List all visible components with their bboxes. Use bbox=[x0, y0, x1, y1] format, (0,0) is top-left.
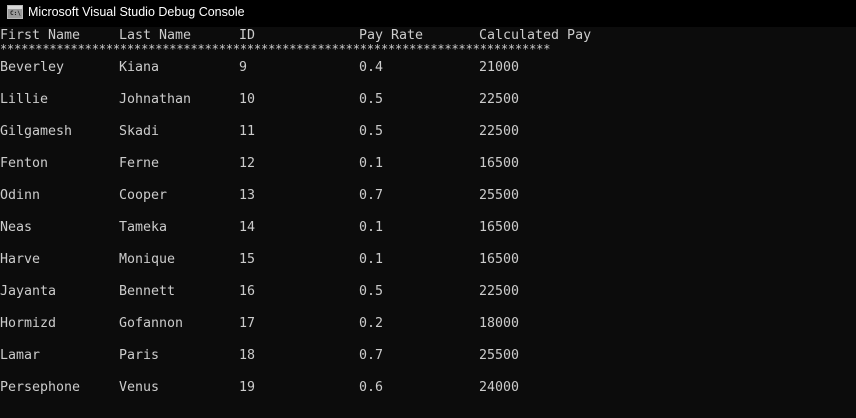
cell-pay-rate: 0.5 bbox=[359, 124, 384, 139]
cell-first-name: Gilgamesh bbox=[0, 124, 73, 139]
cell-calculated-pay: 22500 bbox=[479, 124, 520, 139]
table-row: Beverley Kiana 9 0.4 21000 bbox=[0, 60, 856, 76]
table-row: Lillie Johnathan 10 0.5 22500 bbox=[0, 92, 856, 108]
cell-pay-rate: 0.6 bbox=[359, 380, 384, 395]
console-app-icon-glyph: C:\ bbox=[10, 10, 21, 17]
cell-last-name: Kiana bbox=[119, 60, 160, 75]
cell-calculated-pay: 16500 bbox=[479, 220, 520, 235]
cell-id: 16 bbox=[239, 284, 256, 299]
header-separator: ****************************************… bbox=[0, 44, 551, 55]
cell-last-name: Ferne bbox=[119, 156, 160, 171]
cell-calculated-pay: 21000 bbox=[479, 60, 520, 75]
cell-id: 9 bbox=[239, 60, 248, 75]
cell-calculated-pay: 24000 bbox=[479, 380, 520, 395]
cell-calculated-pay: 16500 bbox=[479, 156, 520, 171]
cell-id: 14 bbox=[239, 220, 256, 235]
table-row: Persephone Venus 19 0.6 24000 bbox=[0, 380, 856, 396]
cell-pay-rate: 0.1 bbox=[359, 220, 384, 235]
cell-pay-rate: 0.2 bbox=[359, 316, 384, 331]
cell-calculated-pay: 25500 bbox=[479, 348, 520, 363]
cell-first-name: Hormizd bbox=[0, 316, 57, 331]
cell-last-name: Monique bbox=[119, 252, 176, 267]
cell-id: 10 bbox=[239, 92, 256, 107]
cell-id: 19 bbox=[239, 380, 256, 395]
cell-first-name: Persephone bbox=[0, 380, 81, 395]
cell-id: 11 bbox=[239, 124, 256, 139]
console-output[interactable]: First Name Last Name ID Pay Rate Calcula… bbox=[0, 28, 856, 418]
cell-last-name: Johnathan bbox=[119, 92, 192, 107]
header-first-name: First Name bbox=[0, 28, 81, 43]
cell-calculated-pay: 22500 bbox=[479, 92, 520, 107]
cell-first-name: Neas bbox=[0, 220, 33, 235]
cell-last-name: Paris bbox=[119, 348, 160, 363]
cell-last-name: Skadi bbox=[119, 124, 160, 139]
console-app-icon[interactable]: C:\ bbox=[7, 5, 23, 19]
table-row: Jayanta Bennett 16 0.5 22500 bbox=[0, 284, 856, 300]
table-row: Harve Monique 15 0.1 16500 bbox=[0, 252, 856, 268]
header-last-name: Last Name bbox=[119, 28, 192, 43]
cell-calculated-pay: 25500 bbox=[479, 188, 520, 203]
cell-id: 18 bbox=[239, 348, 256, 363]
cell-id: 17 bbox=[239, 316, 256, 331]
table-row: Odinn Cooper 13 0.7 25500 bbox=[0, 188, 856, 204]
cell-first-name: Lamar bbox=[0, 348, 41, 363]
cell-pay-rate: 0.5 bbox=[359, 284, 384, 299]
header-row: First Name Last Name ID Pay Rate Calcula… bbox=[0, 28, 856, 44]
window-title: Microsoft Visual Studio Debug Console bbox=[28, 5, 245, 19]
cell-last-name: Bennett bbox=[119, 284, 176, 299]
title-bar[interactable]: C:\ Microsoft Visual Studio Debug Consol… bbox=[0, 0, 856, 27]
cell-pay-rate: 0.4 bbox=[359, 60, 384, 75]
table-row: Lamar Paris 18 0.7 25500 bbox=[0, 348, 856, 364]
cell-last-name: Venus bbox=[119, 380, 160, 395]
header-id: ID bbox=[239, 28, 256, 43]
cell-pay-rate: 0.7 bbox=[359, 348, 384, 363]
cell-first-name: Jayanta bbox=[0, 284, 57, 299]
cell-last-name: Cooper bbox=[119, 188, 168, 203]
cell-calculated-pay: 16500 bbox=[479, 252, 520, 267]
cell-first-name: Beverley bbox=[0, 60, 65, 75]
cell-id: 12 bbox=[239, 156, 256, 171]
cell-first-name: Lillie bbox=[0, 92, 49, 107]
table-row: Gilgamesh Skadi 11 0.5 22500 bbox=[0, 124, 856, 140]
cell-last-name: Tameka bbox=[119, 220, 168, 235]
table-row: Fenton Ferne 12 0.1 16500 bbox=[0, 156, 856, 172]
cell-first-name: Odinn bbox=[0, 188, 41, 203]
header-pay-rate: Pay Rate bbox=[359, 28, 424, 43]
cell-id: 13 bbox=[239, 188, 256, 203]
cell-pay-rate: 0.1 bbox=[359, 252, 384, 267]
cell-pay-rate: 0.1 bbox=[359, 156, 384, 171]
header-calculated-pay: Calculated Pay bbox=[479, 28, 592, 43]
cell-id: 15 bbox=[239, 252, 256, 267]
cell-first-name: Fenton bbox=[0, 156, 49, 171]
cell-calculated-pay: 18000 bbox=[479, 316, 520, 331]
cell-first-name: Harve bbox=[0, 252, 41, 267]
cell-calculated-pay: 22500 bbox=[479, 284, 520, 299]
cell-last-name: Gofannon bbox=[119, 316, 184, 331]
table-row: Neas Tameka 14 0.1 16500 bbox=[0, 220, 856, 236]
table-row: Hormizd Gofannon 17 0.2 18000 bbox=[0, 316, 856, 332]
cell-pay-rate: 0.7 bbox=[359, 188, 384, 203]
cell-pay-rate: 0.5 bbox=[359, 92, 384, 107]
